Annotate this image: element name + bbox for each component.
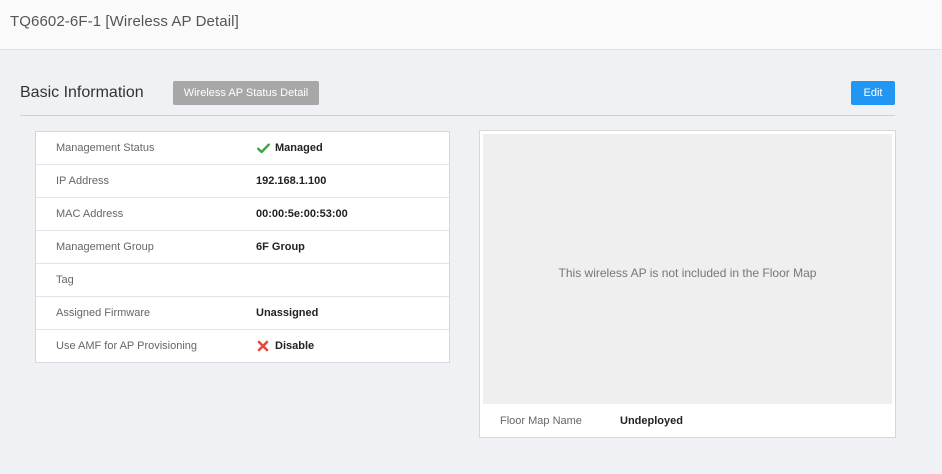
floor-map-area: This wireless AP is not included in the … [483, 134, 892, 404]
info-label: Management Group [56, 241, 154, 253]
management-status-value: Managed [275, 142, 323, 154]
info-row-management-group: Management Group 6F Group [36, 231, 449, 264]
info-label: IP Address [56, 175, 109, 187]
info-row-assigned-firmware: Assigned Firmware Unassigned [36, 297, 449, 330]
cross-icon [256, 340, 270, 352]
ip-address-value: 192.168.1.100 [256, 175, 327, 187]
info-row-tag: Tag [36, 264, 449, 297]
info-label: MAC Address [56, 208, 124, 220]
management-group-value: 6F Group [256, 241, 305, 253]
basic-info-table: Management Status Managed IP Address 192… [35, 131, 450, 363]
info-value: Disable [256, 340, 314, 352]
section-divider [20, 115, 895, 116]
amf-provisioning-value: Disable [275, 340, 315, 352]
info-label: Management Status [56, 142, 155, 154]
info-row-amf-provisioning: Use AMF for AP Provisioning Disable [36, 330, 449, 363]
info-label: Assigned Firmware [56, 307, 151, 319]
floor-map-name-label: Floor Map Name [500, 415, 582, 427]
floor-map-panel: This wireless AP is not included in the … [479, 130, 896, 438]
top-bar: TQ6602-6F-1 [Wireless AP Detail] [0, 0, 942, 50]
page-title: TQ6602-6F-1 [Wireless AP Detail] [10, 13, 239, 30]
floor-map-message: This wireless AP is not included in the … [558, 266, 817, 280]
mac-address-value: 00:00:5e:00:53:00 [256, 208, 348, 220]
section-title: Basic Information [20, 84, 144, 101]
info-value: Managed [256, 142, 323, 154]
wireless-ap-status-detail-button[interactable]: Wireless AP Status Detail [173, 81, 319, 105]
check-icon [256, 142, 270, 154]
info-label: Tag [56, 274, 74, 286]
info-row-mac-address: MAC Address 00:00:5e:00:53:00 [36, 198, 449, 231]
info-row-ip-address: IP Address 192.168.1.100 [36, 165, 449, 198]
floor-map-name-value: Undeployed [620, 415, 683, 427]
edit-button[interactable]: Edit [851, 81, 895, 105]
info-row-management-status: Management Status Managed [36, 132, 449, 165]
assigned-firmware-value: Unassigned [256, 307, 319, 319]
info-label: Use AMF for AP Provisioning [56, 340, 198, 352]
